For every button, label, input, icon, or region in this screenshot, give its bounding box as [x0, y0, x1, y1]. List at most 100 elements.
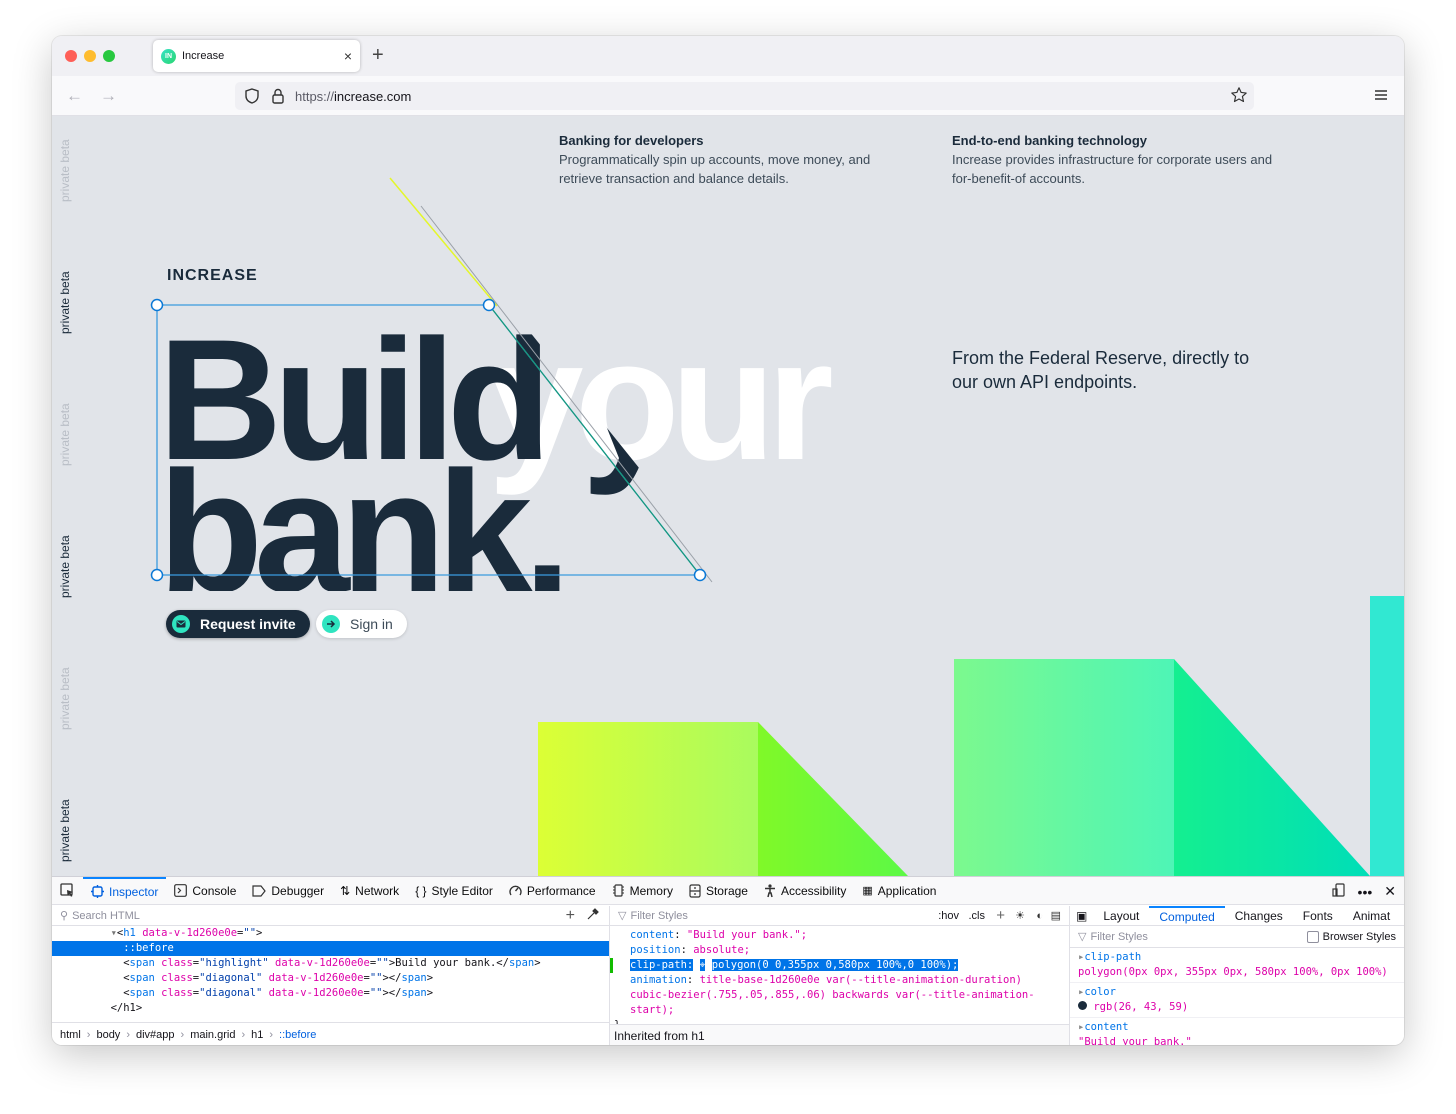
eyedropper-icon[interactable] [587, 908, 599, 923]
breadcrumb-item[interactable]: div#app [136, 1029, 175, 1041]
breadcrumb-item[interactable]: h1 [251, 1029, 263, 1041]
tab-inspector[interactable]: Inspector [83, 876, 167, 905]
computed-property[interactable]: ▸content "Build your bank." [1070, 1018, 1404, 1045]
private-beta-label: private beta [58, 403, 72, 466]
hero-heading: your Build y bank. [158, 311, 918, 591]
computed-property[interactable]: ▸clip-path polygon(0px 0px, 355px 0px, 58… [1070, 948, 1404, 983]
arrow-right-icon [322, 615, 340, 633]
add-rule-icon[interactable]: + [996, 907, 1005, 924]
bookmark-star-icon[interactable] [1230, 86, 1248, 109]
tree-node-span-highlight[interactable]: <span class="highlight" data-v-1d260e0e=… [52, 956, 609, 971]
sidebar-tabs: ▣ Layout Computed Changes Fonts Animat [1070, 905, 1404, 926]
shape-editor-icon[interactable]: ⌖ [699, 959, 706, 971]
tree-node-span-diagonal[interactable]: <span class="diagonal" data-v-1d260e0e="… [52, 986, 609, 1001]
browser-tab[interactable]: IN Increase × [153, 40, 360, 72]
hero-line-2: bank. [158, 436, 571, 628]
tab-console[interactable]: Console [166, 877, 244, 905]
cls-toggle[interactable]: .cls [969, 910, 986, 922]
tab-network[interactable]: ⇅ Network [332, 877, 407, 905]
declaration-content[interactable]: content: "Build your bank."; [610, 928, 1069, 943]
more-options-icon[interactable]: ••• [1358, 884, 1373, 900]
tab-title: Increase [182, 50, 225, 62]
color-swatch[interactable] [1078, 1001, 1087, 1010]
browser-styles-checkbox[interactable]: Browser Styles [1306, 930, 1396, 943]
diagonal-line-lime [389, 177, 498, 307]
search-html-input[interactable]: ⚲ Search HTML + [52, 906, 609, 926]
clip-handle[interactable] [150, 298, 164, 312]
breadcrumb-item[interactable]: body [96, 1029, 120, 1041]
tree-node-h1-close[interactable]: </h1> [52, 1001, 609, 1016]
storage-icon [689, 883, 701, 898]
increase-logo[interactable]: INCREASE [167, 267, 258, 285]
tab-memory[interactable]: Memory [604, 877, 681, 905]
lime-slope [758, 722, 908, 876]
light-scheme-icon[interactable]: ☀ [1015, 909, 1025, 922]
request-invite-button[interactable]: Request invite [166, 610, 310, 638]
breadcrumb-item[interactable]: ::before [279, 1029, 316, 1041]
checkbox[interactable] [1306, 930, 1319, 943]
forward-arrow-icon[interactable]: → [100, 86, 117, 106]
computed-property[interactable]: ▸color rgb(26, 43, 59) [1070, 983, 1404, 1018]
close-window-button[interactable] [65, 50, 77, 62]
rule-declarations: content: "Build your bank."; position: a… [610, 926, 1069, 1033]
hamburger-menu-icon[interactable] [1374, 88, 1388, 106]
tab-performance[interactable]: Performance [501, 877, 604, 905]
breadcrumb: html › body › div#app › main.grid › h1 › ::be… [52, 1022, 609, 1045]
close-tab-icon[interactable]: × [344, 48, 352, 64]
tab-layout[interactable]: Layout [1093, 906, 1149, 926]
declaration-clip-path[interactable]: clip-path: ⌖ polygon(0 0,355px 0,580px 1… [610, 958, 1069, 973]
breadcrumb-item[interactable]: main.grid [190, 1029, 235, 1041]
tab-changes[interactable]: Changes [1225, 906, 1293, 926]
breadcrumb-item[interactable]: html [60, 1029, 81, 1041]
computed-filter-input[interactable]: ▽ Filter Styles Browser Styles [1070, 926, 1404, 948]
green-slope [1174, 659, 1370, 876]
add-node-icon[interactable]: + [566, 907, 575, 925]
close-devtools-icon[interactable]: ✕ [1384, 883, 1396, 900]
url-bar[interactable]: https://increase.com [235, 82, 1254, 110]
print-media-icon[interactable]: ▤ [1051, 909, 1061, 922]
sign-in-label: Sign in [350, 616, 393, 632]
element-picker-icon[interactable] [52, 877, 83, 905]
tab-style-editor[interactable]: { } Style Editor [407, 877, 501, 905]
lock-icon[interactable] [269, 87, 287, 105]
sidebar-pane: ▣ Layout Computed Changes Fonts Animat ▽… [1070, 905, 1404, 1045]
tree-node-h1[interactable]: ▾<h1 data-v-1d260e0e=""> [52, 926, 609, 941]
rules-pane: ▽ Filter Styles :hov .cls + ☀ ◐ ▤ conten… [610, 906, 1070, 1045]
sign-in-button[interactable]: Sign in [316, 610, 407, 638]
envelope-icon [172, 615, 190, 633]
style-editor-icon: { } [415, 883, 427, 898]
tab-debugger[interactable]: Debugger [244, 877, 332, 905]
tab-accessibility[interactable]: Accessibility [756, 877, 854, 905]
dark-scheme-icon[interactable]: ◐ [1036, 910, 1043, 922]
favicon-icon: IN [161, 48, 176, 64]
tree-node-span-diagonal[interactable]: <span class="diagonal" data-v-1d260e0e="… [52, 971, 609, 986]
zoom-window-button[interactable] [103, 50, 115, 62]
back-arrow-icon[interactable]: ← [66, 86, 83, 106]
filter-styles-input[interactable]: ▽ Filter Styles :hov .cls + ☀ ◐ ▤ [610, 906, 1069, 926]
console-icon [174, 884, 188, 897]
lime-block [538, 722, 758, 876]
hov-toggle[interactable]: :hov [938, 910, 959, 922]
green-block [954, 659, 1174, 876]
private-beta-label: private beta [58, 667, 72, 730]
memory-icon [612, 884, 624, 897]
declaration-position[interactable]: position: absolute; [610, 943, 1069, 958]
tab-animations[interactable]: Animat [1343, 906, 1400, 926]
tab-fonts[interactable]: Fonts [1293, 906, 1343, 926]
tree-node-before[interactable]: ::before [52, 941, 609, 956]
application-icon: ▦ [862, 885, 873, 897]
private-beta-label: private beta [58, 535, 72, 598]
feature-developers: Banking for developers Programmatically … [559, 131, 899, 188]
minimize-window-button[interactable] [84, 50, 96, 62]
tab-storage[interactable]: Storage [681, 877, 756, 905]
new-tab-button[interactable]: + [372, 45, 384, 65]
url-text[interactable]: https://increase.com [295, 89, 411, 104]
declaration-animation[interactable]: animation: title-base-1d260e0e var(--tit… [610, 973, 1069, 1018]
responsive-design-icon[interactable] [1331, 883, 1346, 900]
markup-pane: ⚲ Search HTML + ▾<h1 data-v-1d260e0e="">… [52, 906, 610, 1045]
teal-block [1370, 596, 1404, 876]
tab-application[interactable]: ▦ Application [854, 877, 944, 905]
toggle-sidebar-icon[interactable]: ▣ [1070, 906, 1093, 926]
shield-icon[interactable] [243, 87, 261, 105]
tab-computed[interactable]: Computed [1149, 905, 1225, 926]
